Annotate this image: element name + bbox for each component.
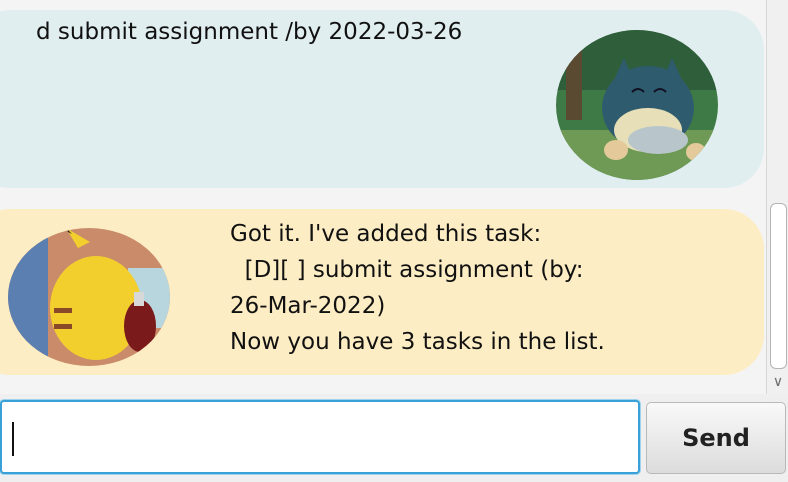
bot-message-text: Got it. I've added this task: [D][ ] sub… bbox=[230, 221, 605, 355]
chat-scroll-pane[interactable]: d submit assignment /by 2022-03-26 Got i… bbox=[0, 0, 766, 394]
pikachu-avatar-icon bbox=[8, 228, 170, 366]
scrollbar-thumb[interactable] bbox=[770, 203, 787, 369]
text-caret bbox=[12, 422, 14, 456]
vertical-scrollbar[interactable]: ∨ bbox=[766, 0, 788, 394]
message-input[interactable] bbox=[0, 400, 640, 474]
user-message-text: d submit assignment /by 2022-03-26 bbox=[36, 19, 463, 45]
input-bar: Send bbox=[0, 394, 788, 482]
munchlax-avatar-icon bbox=[556, 30, 718, 180]
scroll-down-arrow-icon[interactable]: ∨ bbox=[769, 373, 787, 391]
send-button[interactable]: Send bbox=[646, 402, 786, 474]
